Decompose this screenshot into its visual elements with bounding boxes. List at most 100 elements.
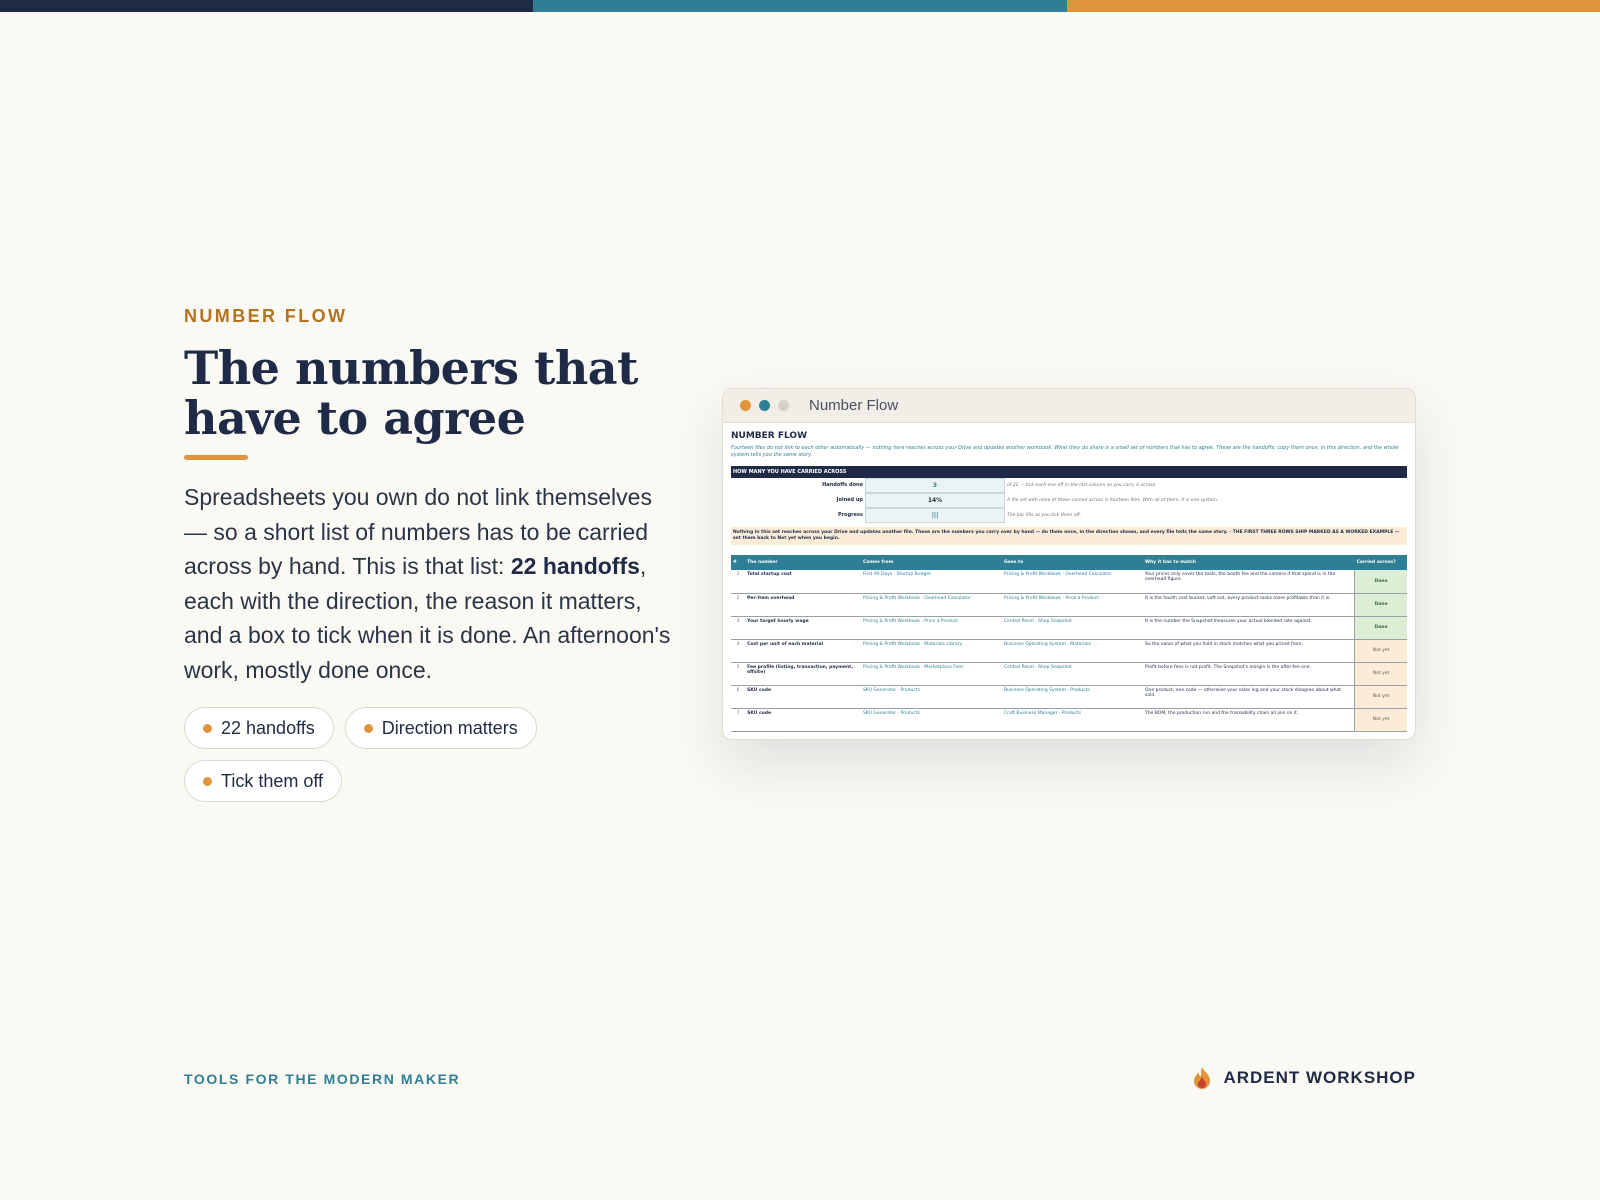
row-number-name: SKU code <box>745 685 861 709</box>
spreadsheet: NUMBER FLOW Fourteen files do not link t… <box>723 423 1415 732</box>
chip-tick: Tick them off <box>184 760 343 802</box>
row-number-name: Fee profile (listing, transaction, payme… <box>745 662 861 686</box>
table-row: 4 Cost per unit of each material Pricing &… <box>731 639 1407 663</box>
handoff-table: # The number Comes from Goes to Why it h… <box>731 555 1407 732</box>
column-header: Why it has to match <box>1143 555 1355 570</box>
eyebrow-label: NUMBER FLOW <box>184 306 348 326</box>
row-goes-to: Craft Business Manager · Products <box>1001 708 1143 732</box>
row-status[interactable]: Done <box>1354 570 1407 594</box>
flame-icon <box>1194 1067 1211 1089</box>
row-reason: It is the number the Snapshot measures y… <box>1143 616 1355 640</box>
brand-name: ARDENT WORKSHOP <box>1223 1068 1416 1087</box>
table-row: 1 Total startup cost First 90 Days · Start… <box>731 570 1407 594</box>
table-row: 3 Your target hourly wage Pricing & Profit… <box>731 616 1407 640</box>
row-status[interactable]: Not yet <box>1354 639 1407 663</box>
row-status[interactable]: Done <box>1354 593 1407 617</box>
title-line-1: The numbers that <box>184 341 638 395</box>
table-row: 7 SKU code SKU Generator · Products Craft B… <box>731 708 1407 732</box>
row-comes-from: SKU Generator · Products <box>860 708 1002 732</box>
hero-section: NUMBER FLOW The numbers that have to agr… <box>184 306 684 802</box>
stat-value: 14% <box>865 493 1005 508</box>
row-reason: It is the fourth cost bucket. Left out, … <box>1143 593 1355 617</box>
row-comes-from: SKU Generator · Products <box>860 685 1002 709</box>
column-header: Goes to <box>1001 555 1143 570</box>
chip-label: Direction matters <box>381 717 518 738</box>
stat-value: 3 <box>865 478 1005 493</box>
sheet-title: NUMBER FLOW <box>731 431 808 441</box>
row-number-name: Your target hourly wage <box>745 616 861 640</box>
row-reason: Profit before fees is not profit. The Sn… <box>1143 662 1355 686</box>
window-dot-grey-icon <box>778 400 789 411</box>
stat-label: Handoffs done <box>822 482 863 488</box>
spreadsheet-window: Number Flow NUMBER FLOW Fourteen files d… <box>722 388 1416 740</box>
stat-value: ||| <box>865 508 1005 523</box>
window-dot-teal-icon <box>759 400 770 411</box>
window-dot-orange-icon <box>740 400 751 411</box>
row-status[interactable]: Not yet <box>1354 685 1407 709</box>
row-number-name: SKU code <box>745 708 861 732</box>
row-number: 3 <box>731 616 746 640</box>
stat-label: Progress <box>838 512 863 518</box>
page-title: The numbers that have to agree <box>184 343 684 443</box>
top-bar-orange-segment <box>1066 0 1600 12</box>
row-number: 7 <box>731 708 746 732</box>
row-status[interactable]: Done <box>1354 616 1407 640</box>
table-row: 6 SKU code SKU Generator · Products Busines… <box>731 685 1407 709</box>
row-goes-to: Pricing & Profit Workbook · Price a Prod… <box>1001 593 1143 617</box>
column-header: # <box>731 555 746 570</box>
row-reason: Your prices only cover the tools, the bo… <box>1143 570 1355 594</box>
row-goes-to: Business Operating System · Products <box>1001 685 1143 709</box>
row-comes-from: First 90 Days · Startup Budget <box>860 570 1002 594</box>
row-number: 4 <box>731 639 746 663</box>
row-goes-to: Control Panel · Shop Snapshot <box>1001 662 1143 686</box>
stat-note: The bar fills as you tick them off. <box>1007 513 1082 518</box>
row-status[interactable]: Not yet <box>1354 662 1407 686</box>
row-number: 6 <box>731 685 746 709</box>
sheet-warning: Nothing in this set reaches across your … <box>731 527 1407 545</box>
row-number-name: Cost per unit of each material <box>745 639 861 663</box>
title-line-2: have to agree <box>184 391 526 445</box>
table-header-row: # The number Comes from Goes to Why it h… <box>731 555 1407 570</box>
description-bold: 22 handoffs <box>510 553 640 579</box>
chip-dot-icon <box>203 776 212 786</box>
row-goes-to: Pricing & Profit Workbook · Overhead Cal… <box>1001 570 1143 594</box>
row-goes-to: Business Operating System · Materials <box>1001 639 1143 663</box>
row-number: 5 <box>731 662 746 686</box>
chip-label: Tick them off <box>221 770 324 791</box>
row-reason: The BOM, the production run and the trac… <box>1143 708 1355 732</box>
column-header: Comes from <box>860 555 1002 570</box>
row-comes-from: Pricing & Profit Workbook · Overhead Cal… <box>860 593 1002 617</box>
row-status[interactable]: Not yet <box>1354 708 1407 732</box>
column-header: The number <box>745 555 861 570</box>
table-row: 2 Per-item overhead Pricing & Profit Workb… <box>731 593 1407 617</box>
row-number-name: Per-item overhead <box>745 593 861 617</box>
row-number: 2 <box>731 593 746 617</box>
stat-note: A file set with none of these carried ac… <box>1007 498 1219 503</box>
sheet-band: HOW MANY YOU HAVE CARRIED ACROSS <box>731 466 1407 478</box>
window-titlebar: Number Flow <box>723 389 1415 423</box>
top-color-bar <box>0 0 1600 12</box>
row-reason: One product, one code — otherwise your s… <box>1143 685 1355 709</box>
chip-dot-icon <box>363 723 373 733</box>
chip-dot-icon <box>203 723 212 733</box>
description: Spreadsheets you own do not link themsel… <box>184 480 674 687</box>
stat-label: Joined up <box>836 497 863 503</box>
top-bar-teal-segment <box>533 0 1067 12</box>
column-header: Carried across? <box>1354 555 1407 570</box>
row-goes-to: Control Panel · Shop Snapshot <box>1001 616 1143 640</box>
footer-tagline: TOOLS FOR THE MODERN MAKER <box>184 1071 461 1087</box>
stat-note: of 22 — tick each one off in the last co… <box>1007 483 1157 488</box>
title-underline <box>184 455 248 460</box>
top-bar-navy-segment <box>0 0 534 12</box>
sheet-subtitle: Fourteen files do not link to each other… <box>731 445 1399 458</box>
row-reason: So the value of what you hold in stock m… <box>1143 639 1355 663</box>
sheet-stats: Handoffs done 3 of 22 — tick each one of… <box>731 478 1407 523</box>
feature-chips: 22 handoffs Direction matters Tick them … <box>184 707 584 802</box>
table-body: 1 Total startup cost First 90 Days · Start… <box>731 570 1407 732</box>
chip-handoffs: 22 handoffs <box>184 707 334 749</box>
row-comes-from: Pricing & Profit Workbook · Materials Li… <box>860 639 1002 663</box>
row-comes-from: Pricing & Profit Workbook · Marketplace … <box>860 662 1002 686</box>
row-number: 1 <box>731 570 746 594</box>
window-title: Number Flow <box>809 397 899 414</box>
chip-label: 22 handoffs <box>221 717 315 738</box>
